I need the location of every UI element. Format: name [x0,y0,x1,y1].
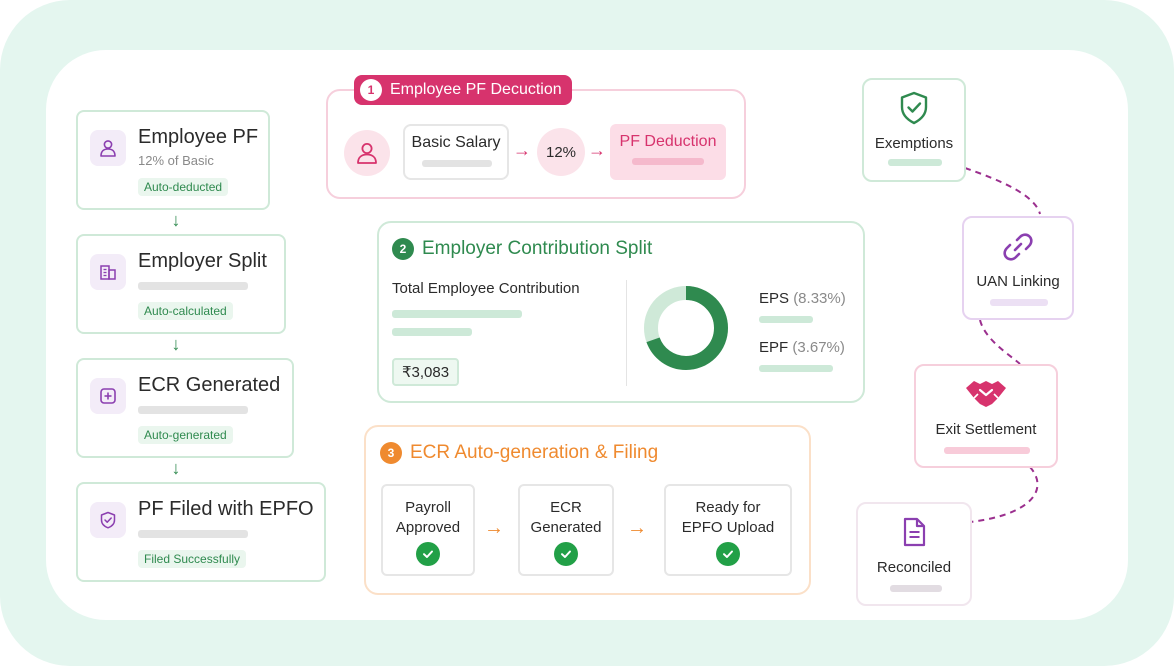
node-exit-settlement: Exit Settlement [914,364,1058,468]
document-icon [903,517,926,547]
placeholder-bar [888,159,942,166]
node-label: Reconciled [876,559,952,576]
handshake-icon [966,381,1006,407]
node-label: Exemptions [874,135,954,152]
node-uan-linking: UAN Linking [962,216,1074,320]
connector-lines [964,167,1041,523]
node-reconciled: Reconciled [856,502,972,606]
node-exemptions: Exemptions [862,78,966,182]
link-icon [1003,233,1033,261]
placeholder-bar [944,447,1030,454]
node-label: UAN Linking [976,273,1060,290]
node-label: Exit Settlement [935,421,1037,438]
shield-check-icon [900,91,928,125]
placeholder-bar [890,585,942,592]
placeholder-bar [990,299,1048,306]
